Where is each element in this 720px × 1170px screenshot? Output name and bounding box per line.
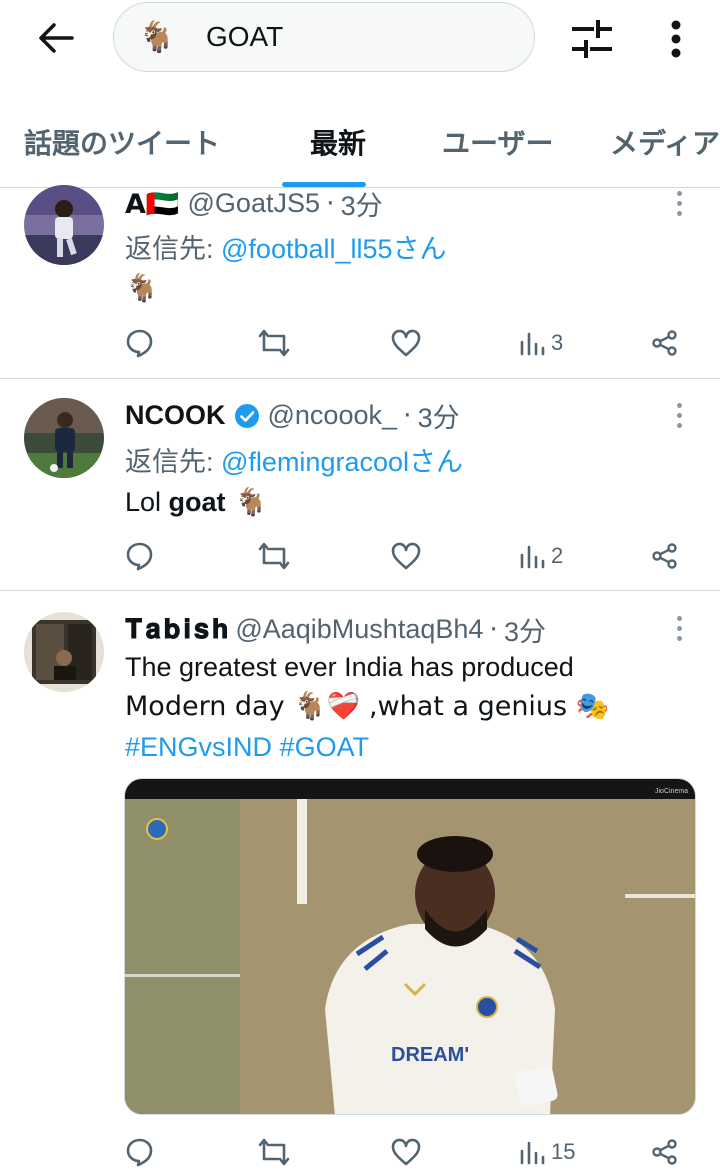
back-button[interactable] — [30, 16, 82, 60]
reply-button[interactable] — [125, 536, 155, 576]
share-button[interactable] — [651, 323, 679, 363]
mention-link[interactable]: @football_ll55 — [221, 234, 393, 264]
view-count: 3 — [551, 330, 564, 355]
reply-icon — [126, 542, 153, 571]
handle[interactable]: @ncoook_ — [268, 400, 398, 431]
tweet-media-image[interactable]: JioCinema DREAM' — [124, 778, 696, 1115]
tab-people[interactable]: ユーザー — [442, 122, 553, 162]
view-count: 15 — [551, 1139, 576, 1164]
reply-icon — [126, 1138, 153, 1167]
tweet[interactable]: NCOOK @ncoook_ · 3分 返信先: @flemingracoolさ… — [0, 380, 720, 591]
avatar[interactable] — [24, 612, 104, 692]
retweet-icon — [258, 542, 290, 570]
heart-icon — [391, 1138, 421, 1166]
share-icon — [652, 330, 677, 356]
top-bar: 🐐 GOAT — [0, 0, 720, 80]
reply-context: 返信先: @flemingracoolさん — [125, 447, 464, 477]
hashtag-link[interactable]: #GOAT — [280, 732, 370, 762]
share-icon — [652, 1139, 677, 1165]
handle[interactable]: @GoatJS5 — [188, 188, 320, 219]
retweet-button[interactable] — [257, 323, 291, 363]
views-button[interactable]: 2 — [519, 536, 563, 576]
tweet-more-button[interactable] — [667, 183, 691, 223]
tab-latest[interactable]: 最新 — [310, 122, 366, 162]
tweet-more-button[interactable] — [667, 395, 691, 435]
retweet-button[interactable] — [257, 536, 291, 576]
analytics-icon — [520, 545, 545, 569]
timestamp[interactable]: 3分 — [418, 396, 460, 435]
like-button[interactable] — [391, 323, 421, 363]
separator-dot: · — [489, 614, 498, 645]
retweet-icon — [258, 1138, 290, 1166]
separator-dot: · — [325, 188, 335, 219]
filter-button[interactable] — [566, 14, 618, 64]
arrow-left-icon — [39, 23, 74, 53]
tweet-text-line-1: The greatest ever India has produced — [125, 652, 574, 682]
search-input[interactable]: 🐐 GOAT — [113, 2, 535, 72]
analytics-icon — [520, 1141, 545, 1165]
separator-dot: · — [403, 400, 412, 431]
heart-icon — [391, 542, 421, 570]
tab-media[interactable]: メディア — [610, 122, 720, 162]
tweet-more-button[interactable] — [667, 608, 691, 648]
like-button[interactable] — [391, 536, 421, 576]
verified-badge-icon — [234, 403, 259, 428]
jersey-sponsor-text: DREAM' — [391, 1044, 469, 1066]
tweet-header: A🇦🇪 @GoatJS5 · 3分 — [125, 184, 383, 223]
timestamp[interactable]: 3分 — [341, 184, 383, 223]
share-button[interactable] — [651, 1132, 679, 1170]
tweet-actions: 15 — [125, 1132, 695, 1170]
timestamp[interactable]: 3分 — [504, 610, 546, 649]
display-name[interactable]: A🇦🇪 — [125, 188, 180, 220]
share-button[interactable] — [651, 536, 679, 576]
views-button[interactable]: 15 — [519, 1132, 575, 1170]
avatar[interactable] — [24, 185, 104, 265]
retweet-icon — [258, 329, 290, 357]
tweet-text-line-2: Modern day 🐐❤️‍🩹 ,what a genius 🎭 — [125, 691, 610, 722]
tweet-text: Lol goat 🐐 — [125, 487, 268, 518]
reply-button[interactable] — [125, 1132, 155, 1170]
views-button[interactable]: 3 — [519, 323, 563, 363]
media-watermark: JioCinema — [655, 788, 688, 795]
sliders-icon — [572, 20, 612, 58]
mention-link[interactable]: @flemingracool — [221, 447, 409, 477]
tweet-header: 𝐓𝐚𝐛𝐢𝐬𝐡 @AaqibMushtaqBh4 · 3分 — [125, 610, 546, 649]
share-icon — [652, 543, 677, 569]
display-name[interactable]: NCOOK — [125, 400, 226, 431]
tweet-text: 🐐 — [125, 273, 159, 304]
reply-icon — [126, 329, 153, 358]
heart-icon — [391, 329, 421, 357]
vertical-dots-icon — [671, 20, 681, 58]
tab-top[interactable]: 話題のツイート — [24, 122, 220, 162]
display-name[interactable]: 𝐓𝐚𝐛𝐢𝐬𝐡 — [125, 614, 231, 646]
tweet-header: NCOOK @ncoook_ · 3分 — [125, 396, 460, 435]
tweet-actions: 3 — [125, 323, 695, 363]
tweet[interactable]: 𝐓𝐚𝐛𝐢𝐬𝐡 @AaqibMushtaqBh4 · 3分 The greates… — [0, 592, 720, 1170]
goat-emoji: 🐐 — [138, 19, 176, 55]
view-count: 2 — [551, 543, 564, 568]
search-tabs: 話題のツイート 最新 ユーザー メディア — [0, 100, 720, 188]
analytics-icon — [520, 332, 545, 356]
more-options-button[interactable] — [652, 14, 700, 64]
reply-button[interactable] — [125, 323, 155, 363]
search-query: GOAT — [206, 21, 284, 52]
retweet-button[interactable] — [257, 1132, 291, 1170]
tweet[interactable]: A🇦🇪 @GoatJS5 · 3分 返信先: @football_ll55さん … — [0, 185, 720, 379]
hashtags: #ENGvsIND #GOAT — [125, 727, 369, 767]
avatar[interactable] — [24, 398, 104, 478]
handle[interactable]: @AaqibMushtaqBh4 — [235, 614, 483, 645]
reply-context: 返信先: @football_ll55さん — [125, 234, 447, 264]
hashtag-link[interactable]: #ENGvsIND — [125, 732, 272, 762]
like-button[interactable] — [391, 1132, 421, 1170]
tweet-actions: 2 — [125, 536, 695, 576]
